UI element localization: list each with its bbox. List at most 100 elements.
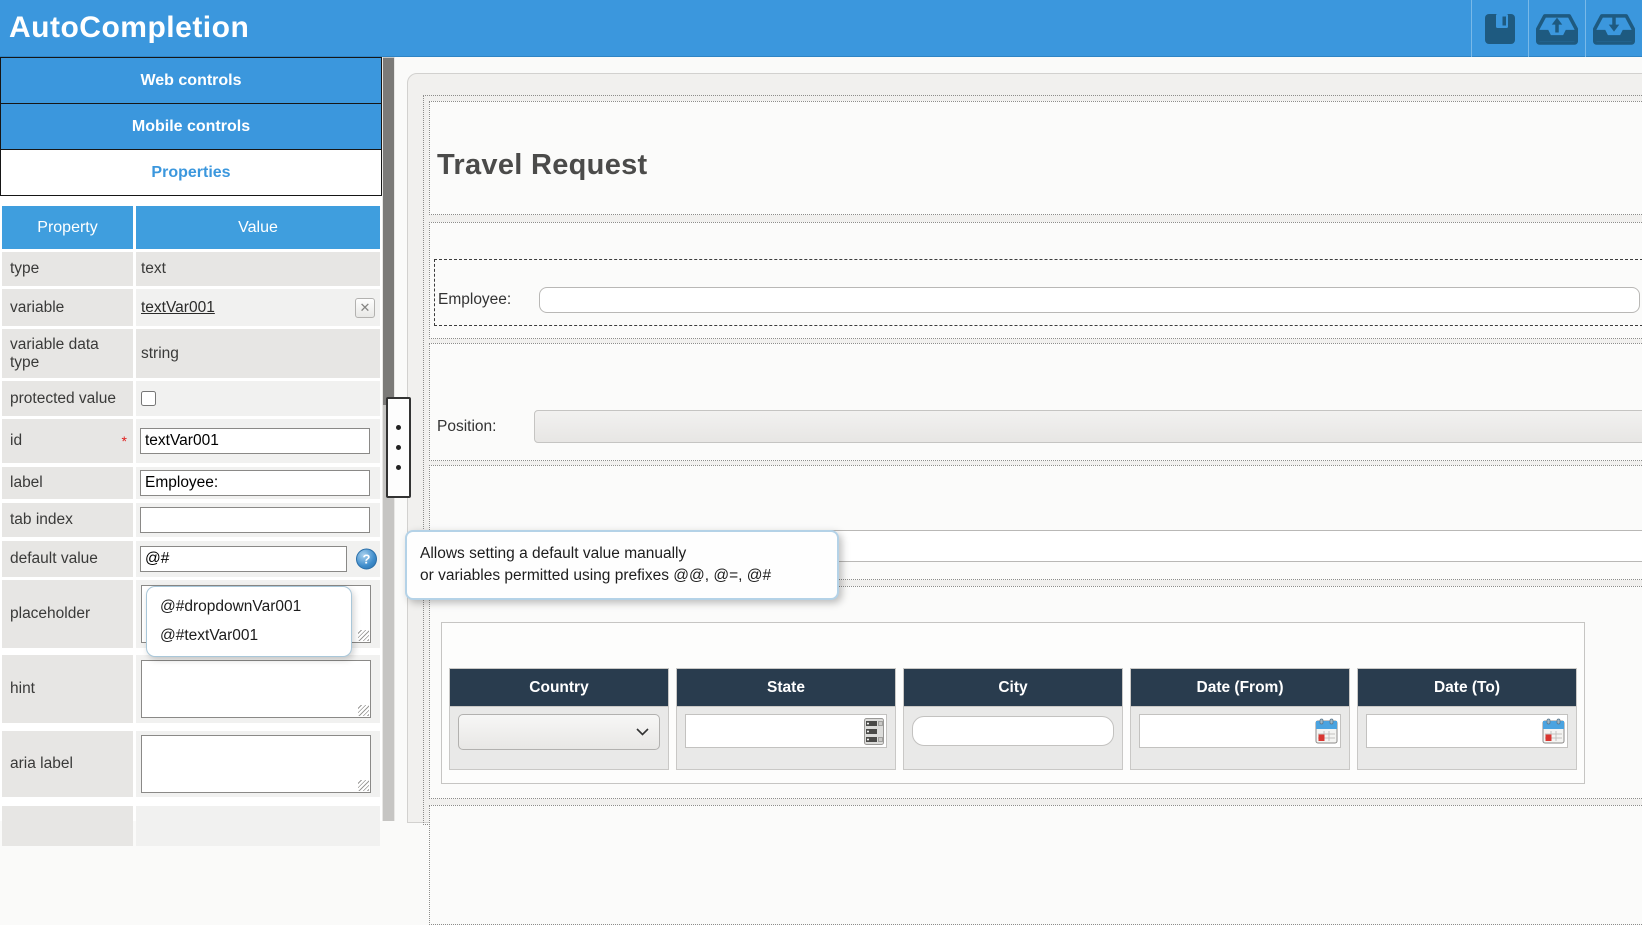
tooltip-line-2: or variables permitted using prefixes @@… (420, 565, 824, 587)
calendar-icon[interactable] (1542, 718, 1565, 749)
table-row: protected value (2, 381, 380, 416)
tab-index-input[interactable] (140, 507, 370, 533)
selected-employee-field[interactable]: Employee: (434, 259, 1642, 326)
default-value-input[interactable] (140, 546, 347, 572)
date-to-input[interactable] (1366, 714, 1568, 748)
tooltip-line-1: Allows setting a default value manually (420, 543, 824, 565)
tab-properties[interactable]: Properties (0, 149, 382, 196)
table-row: type text (2, 252, 380, 286)
upload-button[interactable] (1528, 0, 1585, 57)
table-row: hint (2, 655, 380, 723)
property-name: aria label (2, 731, 133, 797)
form-section-next (429, 805, 1642, 925)
properties-label: Properties (151, 164, 230, 182)
column-header-value: Value (136, 206, 380, 249)
property-name: default value (2, 541, 133, 577)
save-icon (1482, 11, 1518, 47)
properties-table: Property Value type text variable textVa… (2, 206, 380, 846)
position-input[interactable] (534, 410, 1642, 443)
employee-label: Employee: (435, 287, 539, 313)
table-row: label (2, 467, 380, 499)
variable-link[interactable]: textVar001 (141, 299, 215, 317)
city-input[interactable] (912, 716, 1114, 746)
destinations-grid: Country State (441, 622, 1585, 784)
table-row: variable data type string (2, 329, 380, 378)
form-section-title[interactable]: Travel Request (429, 101, 1642, 215)
splitter-dot-icon (396, 425, 401, 430)
form-section-position: Position: (429, 343, 1642, 461)
grid-column-state: State (676, 668, 896, 770)
column-header: Date (To) (1358, 669, 1576, 707)
required-asterisk: * (122, 433, 127, 449)
position-label: Position: (430, 410, 534, 443)
properties-table-header: Property Value (2, 206, 380, 249)
autocomplete-dropdown: @#dropdownVar001 @#textVar001 (146, 586, 352, 657)
calendar-icon[interactable] (1315, 718, 1338, 749)
splitter-handle[interactable] (386, 397, 411, 498)
table-row: id * (2, 419, 380, 463)
grid-column-date-to: Date (To) (1357, 668, 1577, 770)
property-value: ? (136, 541, 380, 577)
resize-grip-icon[interactable] (358, 780, 369, 791)
property-name: type (2, 252, 133, 286)
save-button[interactable] (1471, 0, 1528, 57)
property-value (136, 503, 380, 537)
resize-grip-icon[interactable] (358, 630, 369, 641)
employee-input[interactable] (539, 287, 1640, 313)
sidebar: Web controls Mobile controls Properties … (0, 57, 382, 821)
toolbar (1471, 0, 1642, 57)
aria-label-textarea[interactable] (142, 736, 370, 792)
splitter-dot-icon (396, 465, 401, 470)
property-value (136, 655, 380, 723)
sidebar-item-web-controls[interactable]: Web controls (0, 57, 382, 104)
splitter-dot-icon (396, 445, 401, 450)
label-input[interactable] (140, 470, 370, 496)
property-name: label (2, 467, 133, 499)
app-title: AutoCompletion (0, 11, 249, 45)
country-select[interactable] (458, 714, 660, 750)
column-header: Date (From) (1131, 669, 1349, 707)
column-header: State (677, 669, 895, 707)
autocomplete-item[interactable]: @#dropdownVar001 (147, 592, 351, 621)
date-from-input[interactable] (1139, 714, 1341, 748)
property-value: textVar001 ✕ (136, 289, 380, 326)
column-header: City (904, 669, 1122, 707)
property-name: variable data type (2, 329, 133, 378)
web-controls-label: Web controls (140, 72, 241, 90)
download-button[interactable] (1585, 0, 1642, 57)
resize-grip-icon[interactable] (358, 705, 369, 716)
form-section-employee: Employee: (429, 222, 1642, 339)
scrollbar-thumb[interactable] (383, 58, 394, 405)
table-row: aria label (2, 731, 380, 797)
form-section-grid: Country State (429, 586, 1642, 799)
protected-value-checkbox[interactable] (141, 391, 156, 406)
property-name: protected value (2, 381, 133, 416)
download-icon (1593, 13, 1635, 45)
table-row (2, 806, 380, 846)
state-input[interactable] (685, 714, 887, 748)
remove-variable-icon[interactable]: ✕ (355, 298, 375, 318)
property-name: variable (2, 289, 133, 326)
help-icon[interactable]: ? (356, 549, 377, 570)
table-row: variable textVar001 ✕ (2, 289, 380, 326)
autocomplete-item[interactable]: @#textVar001 (147, 621, 351, 650)
grid-column-date-from: Date (From) (1130, 668, 1350, 770)
property-value (136, 467, 380, 499)
property-value (136, 806, 380, 846)
property-name (2, 806, 133, 846)
table-row: default value ? (2, 541, 380, 577)
property-name: id * (2, 419, 133, 463)
default-value-tooltip: Allows setting a default value manually … (405, 530, 839, 600)
hint-textarea[interactable] (142, 661, 370, 717)
property-value: text (136, 252, 380, 286)
column-header: Country (450, 669, 668, 707)
property-name: placeholder (2, 580, 133, 648)
property-name: hint (2, 655, 133, 723)
list-picker-icon[interactable] (864, 718, 884, 750)
sidebar-item-mobile-controls[interactable]: Mobile controls (0, 103, 382, 150)
upload-icon (1536, 13, 1578, 45)
property-value (136, 381, 380, 416)
grid-column-country: Country (449, 668, 669, 770)
mobile-controls-label: Mobile controls (132, 118, 250, 136)
id-input[interactable] (140, 428, 370, 454)
